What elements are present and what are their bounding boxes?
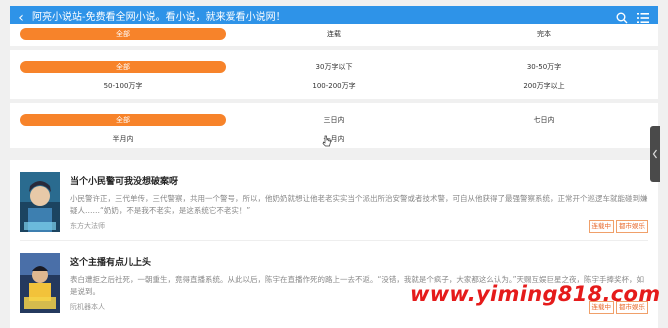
divider — [10, 99, 658, 103]
side-drawer-handle[interactable] — [650, 126, 660, 182]
filter-panel: 全部 连载 完本 全部 30万字以下 30-50万字 50-100万字 100-… — [10, 24, 658, 148]
filter-time-all[interactable]: 全部 — [20, 114, 226, 126]
book-author: 阮机器本人 — [70, 303, 105, 311]
filter-words-100-200[interactable]: 100-200万字 — [312, 80, 355, 92]
book-cover[interactable] — [20, 253, 60, 313]
status-badge: 连载中 — [588, 220, 614, 233]
filter-time-half-month[interactable]: 半月内 — [113, 133, 134, 145]
book-author: 东方大法师 — [70, 222, 105, 230]
filter-status-complete[interactable]: 完本 — [537, 28, 551, 40]
filter-words-gt200[interactable]: 200万字以上 — [523, 80, 564, 92]
book-cover[interactable] — [20, 172, 60, 232]
list-item[interactable]: 当个小民警可我没想破案呀 小民警许正，三代单传，三代警察，共用一个警号，所以，他… — [10, 160, 658, 241]
filter-words-50-100[interactable]: 50-100万字 — [104, 80, 143, 92]
category-badge: 都市娱乐 — [616, 220, 648, 233]
cursor-icon — [322, 132, 332, 151]
divider — [10, 46, 658, 50]
filter-words-30-50[interactable]: 30-50万字 — [527, 61, 561, 73]
filter-status-serial[interactable]: 连载 — [327, 28, 341, 40]
watermark: www.yiming818.com — [410, 282, 661, 306]
filter-words-all[interactable]: 全部 — [20, 61, 226, 73]
filter-status-all[interactable]: 全部 — [20, 28, 226, 40]
list-item[interactable]: 这个主播有点儿上头 表白遭拒之后社死，一朝重生，竟得直播系统。从此以后，陈宇在直… — [10, 241, 658, 319]
book-title[interactable]: 当个小民警可我没想破案呀 — [70, 174, 178, 187]
filter-time-3days[interactable]: 三日内 — [324, 114, 345, 126]
book-title[interactable]: 这个主播有点儿上头 — [70, 255, 151, 268]
filter-time-7days[interactable]: 七日内 — [534, 114, 555, 126]
filter-words-lt30[interactable]: 30万字以下 — [316, 61, 353, 73]
book-description: 小民警许正，三代单传，三代警察，共用一个警号，所以，他奶奶就想让他老老实实当个派… — [70, 194, 648, 215]
